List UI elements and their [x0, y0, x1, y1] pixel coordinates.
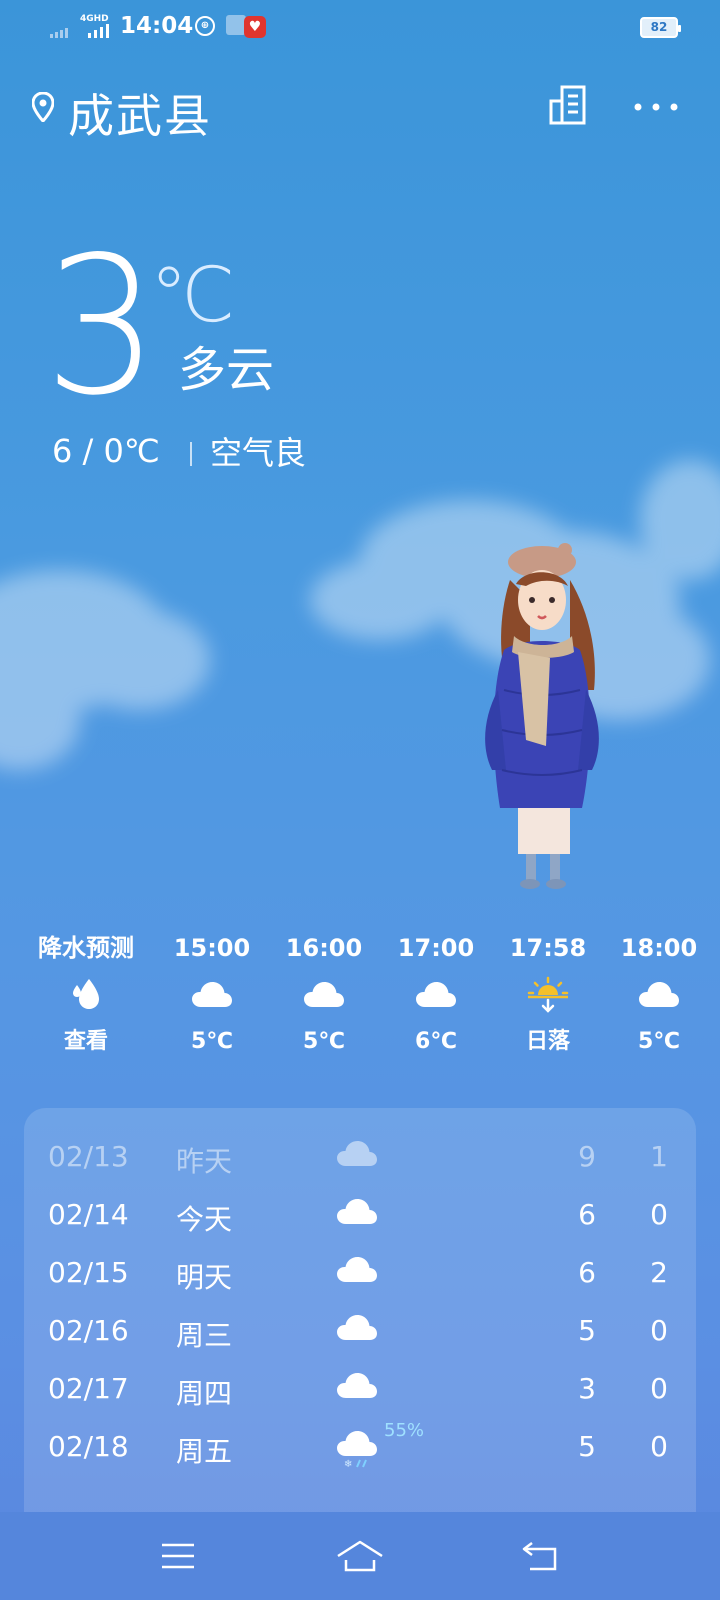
- daily-high: 5: [578, 1314, 596, 1347]
- svg-text:❄: ❄: [344, 1459, 352, 1468]
- daily-low: 0: [650, 1198, 668, 1231]
- navigation-bar: [0, 1512, 720, 1600]
- temperature-range: 6 / 0℃: [52, 432, 160, 470]
- network-type: 4GHD: [80, 14, 109, 24]
- hourly-time: 18:00: [620, 934, 698, 962]
- daily-date: 02/16: [48, 1314, 129, 1347]
- divider: [190, 442, 192, 466]
- daily-high: 9: [578, 1140, 596, 1173]
- hourly-time: 16:00: [285, 934, 363, 962]
- cloud-icon: [192, 982, 232, 1007]
- notification-icon: [226, 15, 246, 35]
- more-dots-icon[interactable]: [630, 92, 682, 122]
- character-illustration: [485, 543, 599, 889]
- hourly-label: 降水预测: [38, 934, 134, 962]
- back-button[interactable]: [510, 1534, 570, 1578]
- hourly-value: 查看: [63, 1029, 108, 1054]
- daily-row[interactable]: 02/13 昨天 9 1: [24, 1128, 696, 1186]
- daily-date: 02/15: [48, 1256, 129, 1289]
- daily-high: 6: [578, 1198, 596, 1231]
- hourly-temperature: 5℃: [191, 1029, 233, 1054]
- cloud-icon: [337, 1373, 377, 1398]
- hourly-item: 16:00 5℃: [269, 930, 379, 1060]
- hourly-temperature: 5℃: [638, 1029, 680, 1054]
- daily-day: 今天: [176, 1203, 233, 1236]
- hourly-time: 17:58: [509, 934, 587, 962]
- status-bar: 4GHD 14:04 ⊕ ♥ 82: [0, 0, 720, 56]
- daily-date: 02/14: [48, 1198, 129, 1231]
- daily-high: 3: [578, 1372, 596, 1405]
- menu-button[interactable]: [148, 1534, 208, 1578]
- hourly-label: 日落: [525, 1029, 570, 1054]
- daily-row[interactable]: 02/18 周五 ❄ 55% 5 0: [24, 1418, 696, 1476]
- daily-high: 6: [578, 1256, 596, 1289]
- data-saver-icon: ⊕: [195, 16, 215, 36]
- hourly-time: 15:00: [173, 934, 251, 962]
- hourly-forecast: 降水预测 查看 15:00 5℃ 16:00 5℃ 17:00 6℃ 17:58…: [0, 930, 720, 1070]
- cloud-icon: [304, 982, 344, 1007]
- daily-low: 0: [650, 1314, 668, 1347]
- daily-low: 0: [650, 1372, 668, 1405]
- hourly-temperature: 6℃: [415, 1029, 457, 1054]
- daily-day: 周四: [176, 1377, 233, 1410]
- precipitation-forecast-button[interactable]: 降水预测 查看: [31, 930, 141, 1060]
- back-icon: [522, 1542, 557, 1571]
- hourly-temperature: 5℃: [303, 1029, 345, 1054]
- signal-strength-icon: [50, 28, 68, 38]
- daily-low: 1: [650, 1140, 668, 1173]
- air-quality[interactable]: 空气良: [210, 428, 306, 474]
- battery-level: 82: [650, 20, 668, 34]
- menu-icon: [162, 1543, 194, 1569]
- daily-date: 02/18: [48, 1430, 129, 1463]
- daily-low: 0: [650, 1430, 668, 1463]
- location-pin-icon: [32, 92, 54, 122]
- status-time: 14:04: [120, 13, 194, 39]
- cloud-icon: [337, 1199, 377, 1224]
- city-list-icon[interactable]: [546, 84, 592, 128]
- cloud-icon: [416, 982, 456, 1007]
- hourly-item: 17:58 日落: [493, 930, 603, 1060]
- hourly-item: 18:00 5℃: [604, 930, 714, 1060]
- hourly-time: 17:00: [397, 934, 475, 962]
- sleet-icon: ❄: [337, 1431, 377, 1468]
- precipitation-probability: 55%: [384, 1420, 425, 1441]
- city-name[interactable]: 成武县: [68, 80, 212, 146]
- current-temperature: 3: [44, 216, 159, 437]
- daily-day: 周五: [176, 1435, 233, 1468]
- daily-high: 5: [578, 1430, 596, 1463]
- cloud-icon: [337, 1141, 377, 1166]
- daily-day: 昨天: [176, 1145, 233, 1178]
- hourly-item: 17:00 6℃: [381, 930, 491, 1060]
- daily-row[interactable]: 02/17 周四 3 0: [24, 1360, 696, 1418]
- daily-date: 02/13: [48, 1140, 129, 1173]
- raindrop-icon: [73, 979, 99, 1009]
- battery-icon: 82: [640, 17, 681, 38]
- signal-strength-icon: [88, 24, 109, 38]
- home-icon: [337, 1540, 383, 1572]
- daily-row[interactable]: 02/14 今天 6 0: [24, 1186, 696, 1244]
- daily-day: 周三: [176, 1319, 233, 1352]
- daily-low: 2: [650, 1256, 668, 1289]
- weather-condition: 多云: [178, 342, 275, 398]
- cloud-icon: [337, 1315, 377, 1340]
- cloud-icon: [337, 1257, 377, 1282]
- daily-forecast-card: 02/13 昨天 9 1 02/14 今天 6 0 02/15 明天 6 2 0…: [24, 1108, 696, 1512]
- daily-date: 02/17: [48, 1372, 129, 1405]
- home-button[interactable]: [330, 1534, 390, 1578]
- daily-row[interactable]: 02/16 周三 5 0: [24, 1302, 696, 1360]
- sunset-icon: [527, 976, 569, 1013]
- app-notification-icon: ♥: [244, 16, 266, 38]
- daily-day: 明天: [176, 1261, 233, 1294]
- cloud-icon: [639, 982, 679, 1007]
- temperature-unit: ℃: [150, 250, 236, 339]
- daily-row[interactable]: 02/15 明天 6 2: [24, 1244, 696, 1302]
- hourly-item: 15:00 5℃: [157, 930, 267, 1060]
